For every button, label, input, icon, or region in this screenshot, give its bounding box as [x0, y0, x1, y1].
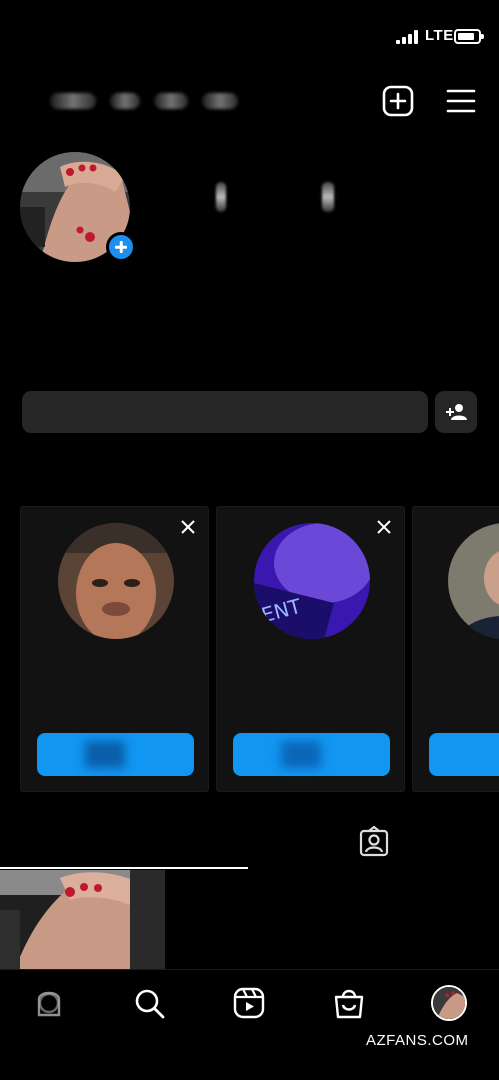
network-type: LTE: [425, 27, 454, 44]
home-icon[interactable]: [31, 985, 67, 1021]
plus-circle-icon[interactable]: [106, 232, 136, 262]
hamburger-menu-icon[interactable]: [444, 84, 478, 118]
new-post-button[interactable]: [381, 84, 415, 118]
suggestion-card: [20, 506, 209, 792]
status-bar: LTE: [0, 0, 499, 70]
add-person-icon: [446, 404, 467, 420]
follow-button[interactable]: [37, 733, 194, 776]
battery-icon: [454, 29, 484, 44]
watermark-text: AZFANS.COM: [366, 1032, 469, 1049]
suggested-user-photo[interactable]: ENT: [254, 523, 370, 639]
grid-tab-indicator: [0, 867, 248, 869]
suggested-users-carousel[interactable]: ENT: [20, 506, 499, 792]
bottom-navigation: [0, 969, 499, 1080]
suggested-user-photo[interactable]: [448, 523, 499, 639]
follow-button[interactable]: [233, 733, 390, 776]
close-icon[interactable]: [376, 519, 392, 535]
username-redacted[interactable]: [50, 90, 282, 112]
followers-count-redacted[interactable]: [322, 182, 334, 212]
search-icon[interactable]: [131, 985, 167, 1021]
discover-people-button[interactable]: [435, 391, 477, 433]
reels-icon[interactable]: [231, 985, 267, 1021]
post-thumbnail[interactable]: [0, 870, 165, 969]
close-icon[interactable]: [180, 519, 196, 535]
profile-avatar-container[interactable]: [20, 152, 136, 262]
suggestion-card: ENT: [216, 506, 405, 792]
edit-profile-button[interactable]: [22, 391, 428, 433]
suggested-user-photo[interactable]: [58, 523, 174, 639]
profile-avatar[interactable]: [431, 985, 467, 1021]
follow-button[interactable]: [429, 733, 499, 776]
suggestion-card: [412, 506, 499, 792]
shop-icon[interactable]: [331, 985, 367, 1021]
profile-header: [0, 76, 499, 126]
posts-count-redacted: [216, 182, 226, 212]
signal-strength-icon: [396, 30, 420, 44]
tagged-person-icon[interactable]: [358, 826, 390, 858]
